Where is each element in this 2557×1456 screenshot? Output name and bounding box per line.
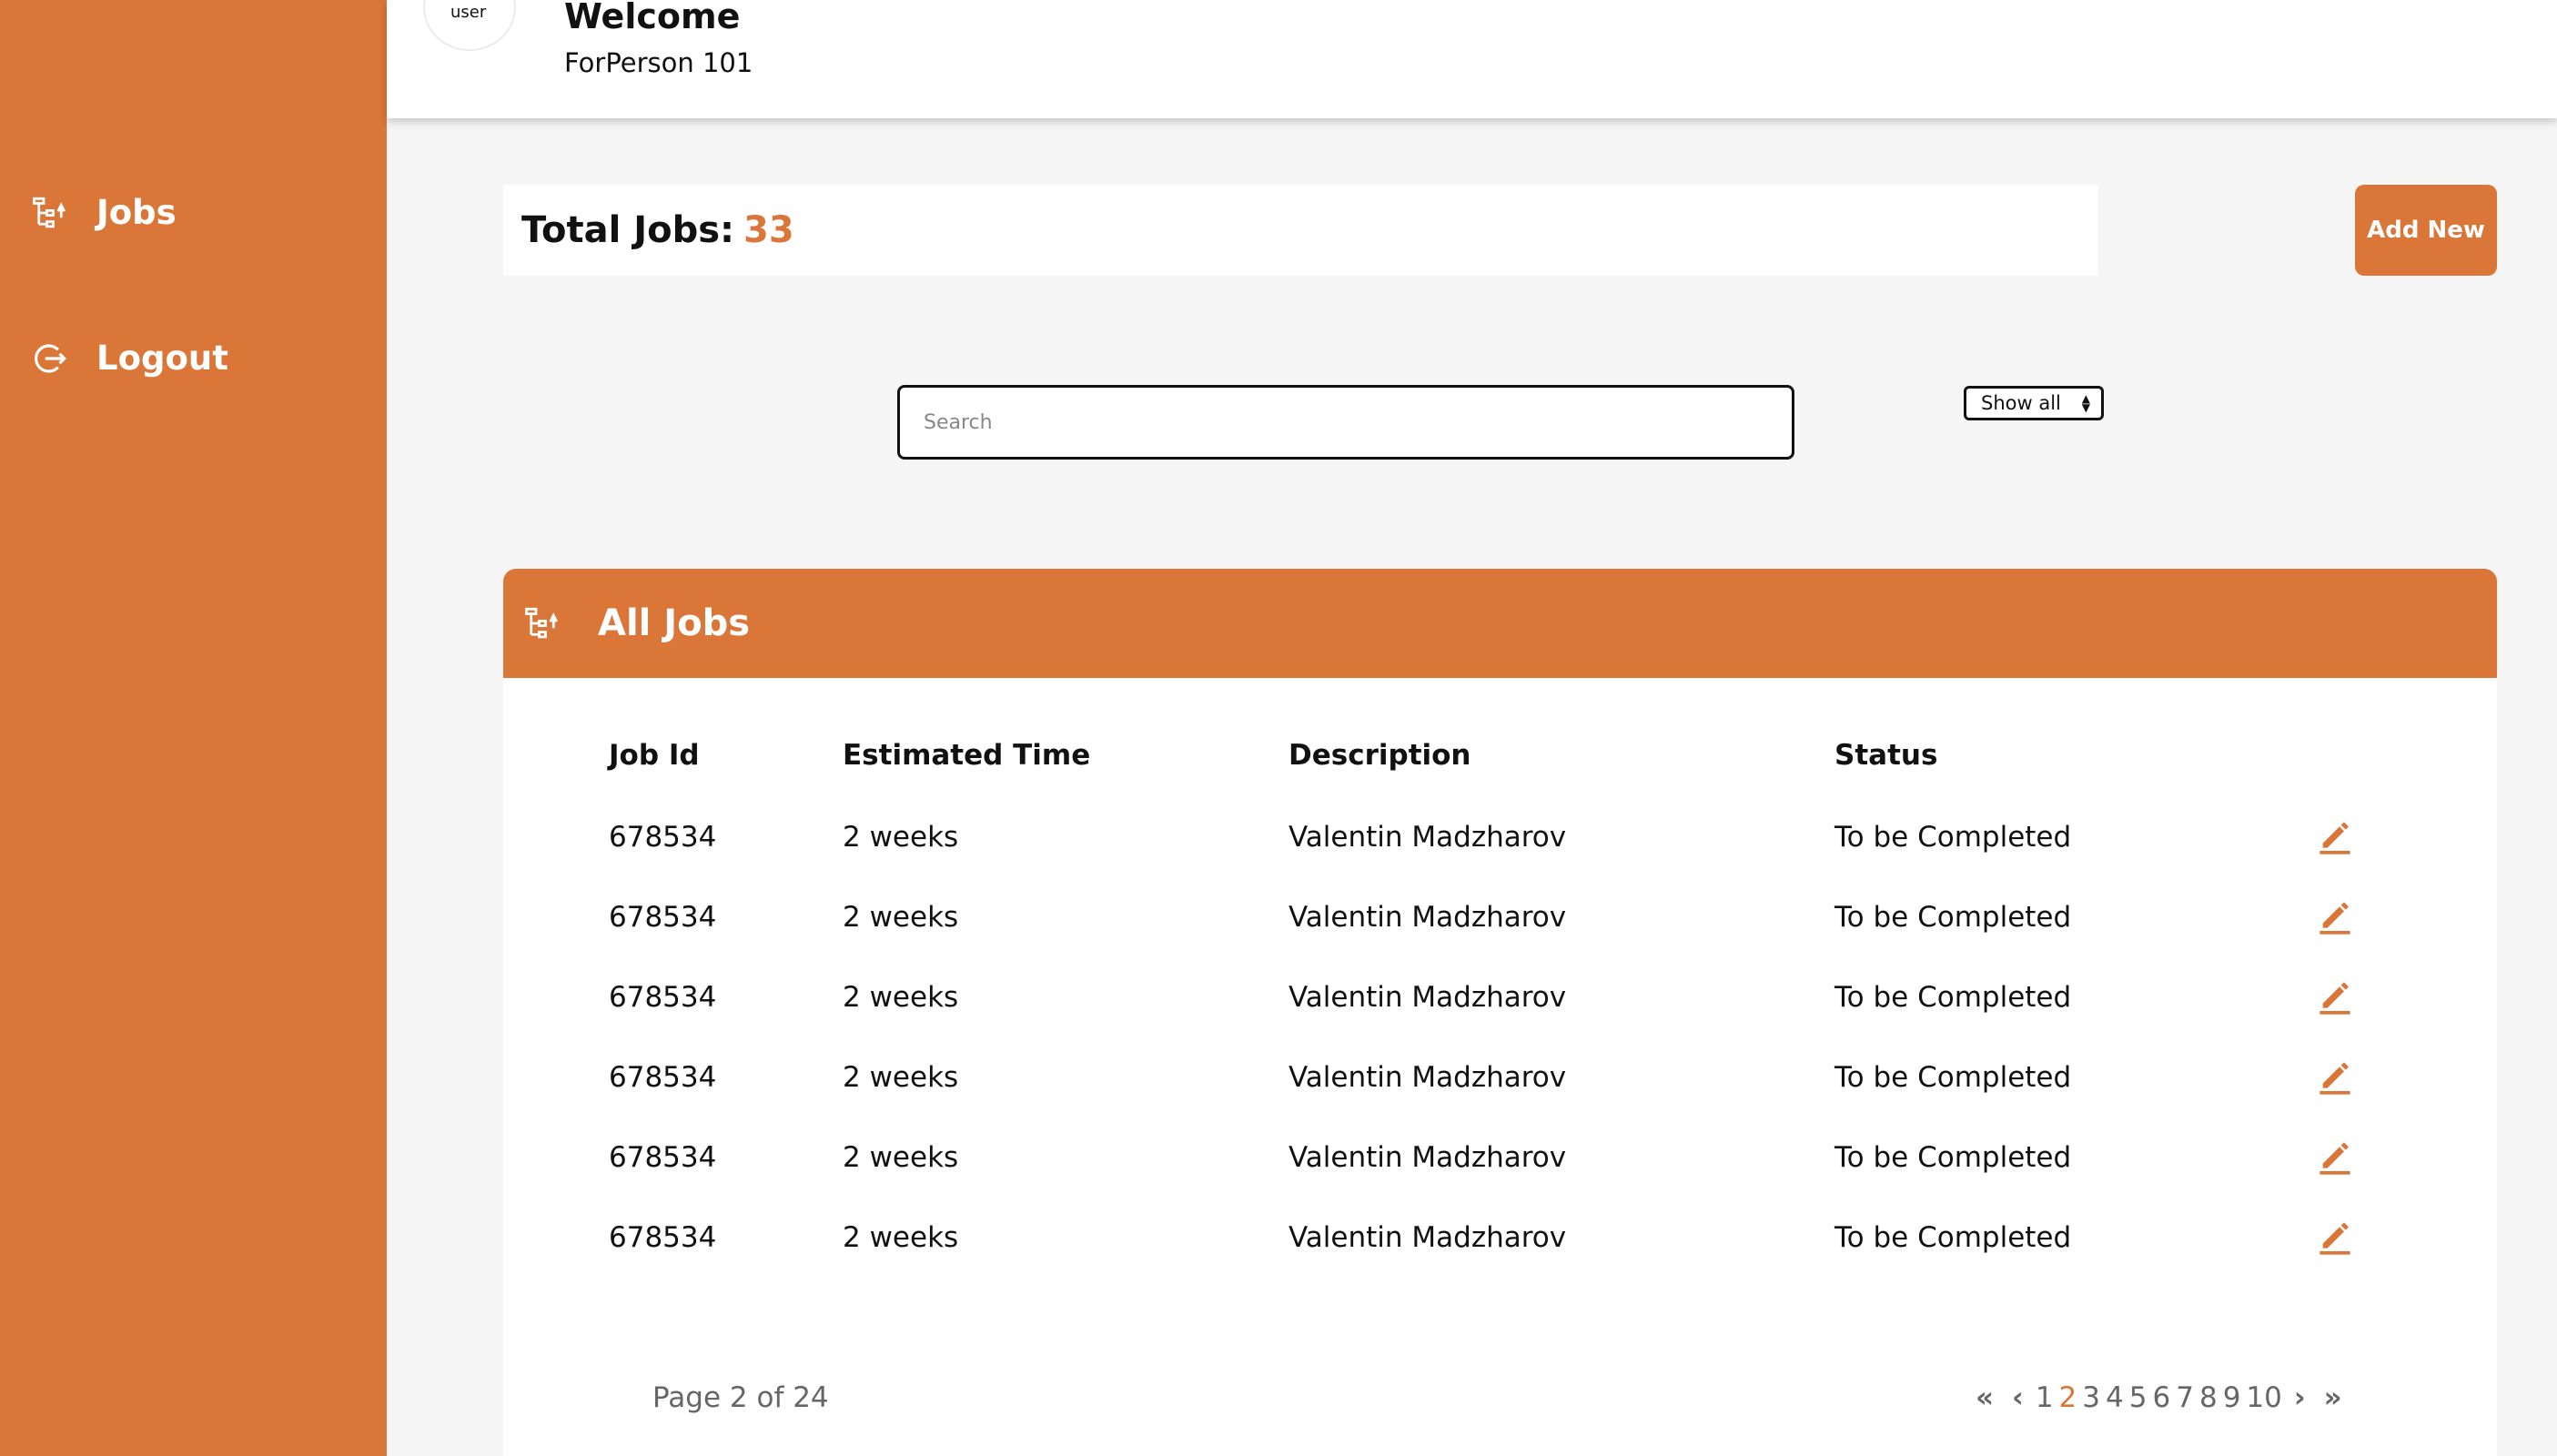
cell-status: To be Completed xyxy=(1834,901,2072,934)
page-link[interactable]: 8 xyxy=(2199,1381,2218,1414)
add-new-button[interactable]: Add New xyxy=(2355,185,2497,276)
avatar[interactable]: user xyxy=(423,0,516,51)
last-page-icon[interactable]: » xyxy=(2324,1381,2342,1414)
cell-status: To be Completed xyxy=(1834,1221,2072,1254)
table-row: 678534 2 weeks Valentin Madzharov To be … xyxy=(609,897,2353,937)
cell-estimated-time: 2 weeks xyxy=(843,901,959,934)
cell-estimated-time: 2 weeks xyxy=(843,1061,959,1094)
cell-description: Valentin Madzharov xyxy=(1289,981,1567,1014)
edit-pencil-icon[interactable] xyxy=(2317,977,2353,1017)
total-jobs-label: Total Jobs: xyxy=(521,209,735,251)
jobs-panel-header: All Jobs xyxy=(503,569,2497,678)
show-filter-select[interactable]: Show all ▲ ▼ xyxy=(1964,386,2104,420)
table-row: 678534 2 weeks Valentin Madzharov To be … xyxy=(609,1218,2353,1258)
cell-estimated-time: 2 weeks xyxy=(843,821,959,854)
sidebar-item-logout[interactable]: Logout xyxy=(31,339,228,378)
page-link-current[interactable]: 2 xyxy=(2059,1381,2077,1414)
show-filter-value: Show all xyxy=(1981,392,2061,414)
cell-description: Valentin Madzharov xyxy=(1289,901,1567,934)
column-header-estimated-time: Estimated Time xyxy=(843,739,1091,772)
edit-pencil-icon[interactable] xyxy=(2317,897,2353,937)
prev-page-icon[interactable]: ‹ xyxy=(2012,1381,2024,1414)
cell-status: To be Completed xyxy=(1834,1061,2072,1094)
cell-estimated-time: 2 weeks xyxy=(843,981,959,1014)
column-header-description: Description xyxy=(1289,739,1471,772)
top-header: user Welcome ForPerson 101 xyxy=(387,0,2557,118)
page-link[interactable]: 9 xyxy=(2223,1381,2241,1414)
column-header-status: Status xyxy=(1834,739,1938,772)
select-arrows-icon: ▲ ▼ xyxy=(2081,392,2090,414)
page-link[interactable]: 7 xyxy=(2176,1381,2194,1414)
cell-status: To be Completed xyxy=(1834,1141,2072,1174)
jobs-hierarchy-icon xyxy=(33,197,66,228)
table-row: 678534 2 weeks Valentin Madzharov To be … xyxy=(609,1138,2353,1178)
sidebar-item-label: Jobs xyxy=(96,193,177,232)
edit-pencil-icon[interactable] xyxy=(2317,1218,2353,1258)
search-input[interactable] xyxy=(897,385,1794,460)
cell-description: Valentin Madzharov xyxy=(1289,1221,1567,1254)
jobs-panel-title: All Jobs xyxy=(598,602,751,644)
cell-job-id: 678534 xyxy=(609,901,717,934)
welcome-heading: Welcome xyxy=(564,0,741,36)
total-jobs-card: Total Jobs: 33 xyxy=(503,185,2098,276)
avatar-alt-text: user xyxy=(450,3,487,22)
cell-job-id: 678534 xyxy=(609,1141,717,1174)
table-row: 678534 2 weeks Valentin Madzharov To be … xyxy=(609,817,2353,857)
cell-description: Valentin Madzharov xyxy=(1289,1141,1567,1174)
table-row: 678534 2 weeks Valentin Madzharov To be … xyxy=(609,1057,2353,1097)
jobs-hierarchy-icon xyxy=(525,607,559,639)
table-row: 678534 2 weeks Valentin Madzharov To be … xyxy=(609,977,2353,1017)
cell-estimated-time: 2 weeks xyxy=(843,1221,959,1254)
logout-icon xyxy=(35,343,66,373)
cell-job-id: 678534 xyxy=(609,1221,717,1254)
page-info: Page 2 of 24 xyxy=(652,1381,829,1414)
page-link[interactable]: 3 xyxy=(2082,1381,2100,1414)
sidebar-item-label: Logout xyxy=(96,339,228,378)
sidebar-item-jobs[interactable]: Jobs xyxy=(31,193,177,232)
cell-description: Valentin Madzharov xyxy=(1289,821,1567,854)
page-link[interactable]: 6 xyxy=(2152,1381,2170,1414)
edit-pencil-icon[interactable] xyxy=(2317,817,2353,857)
page-link[interactable]: 1 xyxy=(2036,1381,2054,1414)
column-header-job-id: Job Id xyxy=(609,739,700,772)
cell-job-id: 678534 xyxy=(609,1061,717,1094)
first-page-icon[interactable]: « xyxy=(1976,1381,1994,1414)
table-header: Job Id Estimated Time Description Status xyxy=(609,739,2317,772)
pagination: « ‹ 1 2 3 4 5 6 7 8 9 10 › » xyxy=(1966,1381,2351,1414)
page-link[interactable]: 5 xyxy=(2129,1381,2148,1414)
cell-job-id: 678534 xyxy=(609,821,717,854)
cell-description: Valentin Madzharov xyxy=(1289,1061,1567,1094)
cell-estimated-time: 2 weeks xyxy=(843,1141,959,1174)
total-jobs-count: 33 xyxy=(743,209,794,251)
cell-status: To be Completed xyxy=(1834,981,2072,1014)
sidebar: Jobs Logout xyxy=(0,0,387,1456)
page-link[interactable]: 10 xyxy=(2246,1381,2281,1414)
user-name: ForPerson 101 xyxy=(564,47,753,78)
cell-status: To be Completed xyxy=(1834,821,2072,854)
next-page-icon[interactable]: › xyxy=(2294,1381,2306,1414)
cell-job-id: 678534 xyxy=(609,981,717,1014)
page-link[interactable]: 4 xyxy=(2106,1381,2124,1414)
edit-pencil-icon[interactable] xyxy=(2317,1138,2353,1178)
jobs-panel: All Jobs Job Id Estimated Time Descripti… xyxy=(503,569,2497,1456)
edit-pencil-icon[interactable] xyxy=(2317,1057,2353,1097)
